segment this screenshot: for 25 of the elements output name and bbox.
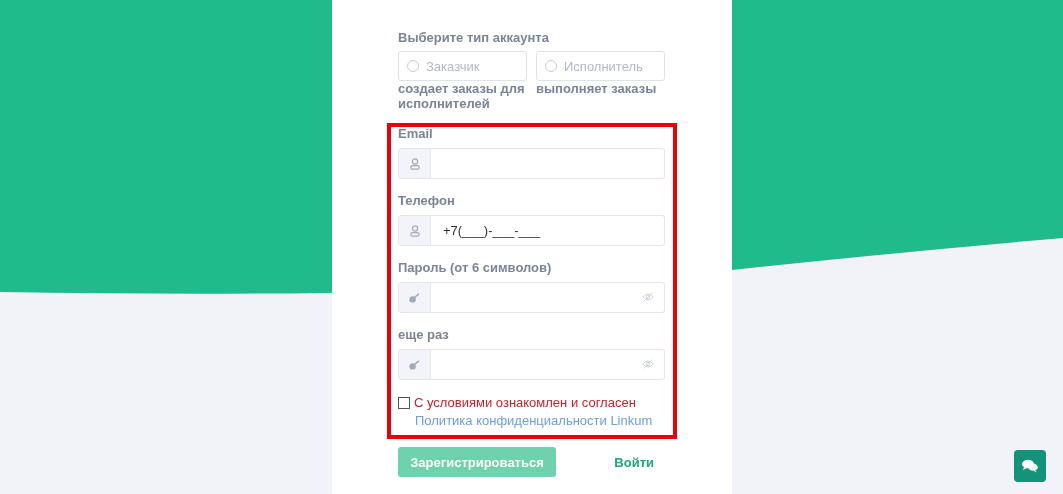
user-icon bbox=[409, 157, 420, 170]
field-label: Телефон bbox=[398, 194, 456, 208]
key-icon bbox=[409, 359, 420, 370]
input-field[interactable]: +7(___)-___-___ bbox=[431, 215, 665, 246]
input-field[interactable] bbox=[431, 282, 665, 313]
eye-slash-icon[interactable] bbox=[642, 292, 654, 302]
field-label: Email bbox=[398, 127, 434, 141]
chat-button[interactable] bbox=[1014, 450, 1046, 482]
eye-slash-icon[interactable] bbox=[642, 359, 654, 369]
section-title: Выберите тип аккаунта bbox=[398, 31, 550, 45]
option-description: выполняет заказы bbox=[536, 81, 658, 96]
input-field[interactable] bbox=[431, 349, 665, 380]
checkbox[interactable] bbox=[398, 397, 410, 409]
option-description: создает заказы для исполнителей bbox=[398, 81, 526, 111]
chat-icon bbox=[1022, 459, 1038, 473]
privacy-link[interactable]: Политика конфиденциальности Linkum bbox=[415, 413, 653, 429]
user-icon bbox=[409, 224, 420, 237]
field-label: Пароль (от 6 символов) bbox=[398, 261, 553, 275]
login-link[interactable]: Войти bbox=[614, 454, 654, 470]
agreement-label: С условиями ознакомлен и согласен bbox=[414, 395, 636, 411]
account-type-option[interactable]: Исполнитель bbox=[536, 51, 665, 81]
account-type-option[interactable]: Заказчик bbox=[398, 51, 527, 81]
input-field[interactable] bbox=[431, 148, 665, 179]
field-label: еще раз bbox=[398, 328, 450, 342]
key-icon bbox=[409, 292, 420, 303]
